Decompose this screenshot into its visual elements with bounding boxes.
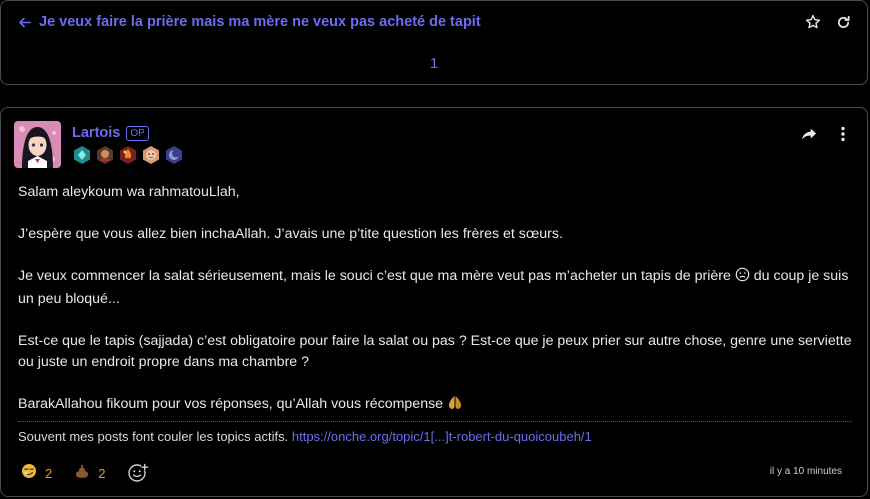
post-paragraph: Est-ce que le tapis (sajjada) c’est obli… — [18, 333, 852, 370]
frown-emoji-icon — [735, 267, 750, 289]
praying-hands-emoji-icon — [447, 395, 463, 417]
character-badge-icon[interactable] — [95, 145, 115, 165]
post-paragraph-text: Je veux commencer la salat sérieusement,… — [18, 268, 731, 284]
signature: Souvent mes posts font couler les topics… — [18, 429, 592, 444]
post-timestamp: il y a 10 minutes — [769, 466, 842, 477]
fire-badge-icon[interactable] — [118, 145, 138, 165]
post-paragraph: BarakAllahou fikoum pour vos réponses, q… — [18, 394, 858, 417]
topic-title-row: Je veux faire la prière mais ma mère ne … — [17, 11, 851, 33]
avatar[interactable] — [14, 121, 61, 168]
reaction-count: 2 — [45, 465, 53, 481]
op-badge: OP — [126, 125, 149, 141]
signature-link[interactable]: https://onche.org/topic/1[...]t-robert-d… — [292, 429, 592, 444]
author-name[interactable]: Lartois — [72, 125, 120, 141]
add-reaction-icon[interactable] — [127, 462, 149, 484]
post-paragraph: Je veux commencer la salat sérieusement,… — [18, 266, 858, 310]
poop-emoji-icon — [74, 463, 90, 484]
post-body: Salam aleykoum wa rahmatouLlah, J’espère… — [18, 182, 858, 438]
star-icon[interactable] — [805, 14, 821, 30]
signature-divider — [18, 421, 852, 422]
pagination: 1 — [1, 55, 867, 72]
reaction-count: 2 — [98, 465, 106, 481]
author-row: Lartois OP — [72, 125, 149, 141]
face-badge-icon[interactable] — [141, 145, 161, 165]
post-paragraph: J’espère que vous allez bien inchaAllah.… — [18, 226, 563, 242]
diamond-badge-icon[interactable] — [72, 145, 92, 165]
post-paragraph: Salam aleykoum wa rahmatouLlah, — [18, 184, 240, 200]
moon-badge-icon[interactable] — [164, 145, 184, 165]
share-icon[interactable] — [801, 126, 817, 142]
arrow-left-icon[interactable] — [17, 15, 31, 29]
reaction-smirk[interactable]: 2 — [21, 463, 52, 484]
topic-actions — [805, 14, 851, 30]
more-vertical-icon[interactable] — [835, 126, 851, 142]
reaction-poop[interactable]: 2 — [74, 463, 105, 484]
page-number-current[interactable]: 1 — [430, 55, 438, 72]
signature-text: Souvent mes posts font couler les topics… — [18, 429, 289, 444]
post-paragraph-text: BarakAllahou fikoum pour vos réponses, q… — [18, 396, 444, 412]
refresh-icon[interactable] — [835, 14, 851, 30]
smirk-emoji-icon — [21, 463, 37, 484]
user-badges — [72, 145, 184, 165]
post-actions — [801, 126, 851, 142]
post-card: Lartois OP Salam aleykoum wa rahmatouLla… — [0, 107, 868, 497]
topic-title[interactable]: Je veux faire la prière mais ma mère ne … — [39, 14, 481, 30]
reactions-bar: 2 2 — [21, 462, 149, 484]
topic-header-card: Je veux faire la prière mais ma mère ne … — [0, 0, 868, 85]
